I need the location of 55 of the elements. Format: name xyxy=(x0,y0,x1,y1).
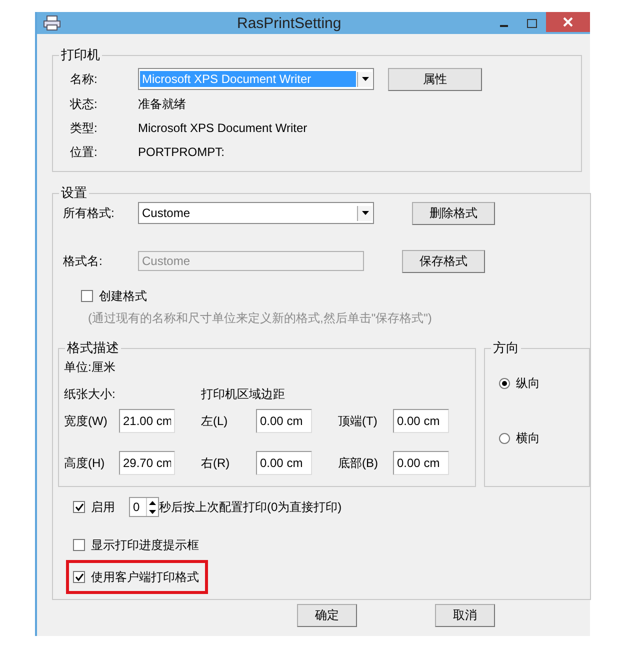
section-label: 纸张大小: xyxy=(63,386,116,403)
input-field[interactable]: 0.00 cm xyxy=(393,451,449,475)
field-label: 位置: xyxy=(69,144,98,160)
field-label: 左(L) xyxy=(201,412,229,430)
field-label: 类型: xyxy=(69,120,98,136)
field-label: 格式名: xyxy=(62,252,104,270)
spin-box[interactable]: 0 xyxy=(129,497,159,517)
field-label: 高度(H) xyxy=(64,454,106,472)
dropdown-arrow-icon xyxy=(362,77,368,81)
input-field[interactable]: 0.00 cm xyxy=(256,409,312,433)
group-title: 设置 xyxy=(60,186,88,200)
up-arrow-icon xyxy=(149,500,156,504)
field-label: 名称: xyxy=(69,70,98,88)
radio-label: 纵向 xyxy=(516,375,540,392)
checkbox-label: 显示打印进度提示框 xyxy=(91,536,199,554)
checkbox[interactable] xyxy=(73,571,85,583)
option-text: 秒后按上次配置打印(0为直接打印) xyxy=(159,498,342,516)
close-icon xyxy=(563,17,573,27)
field-label: 状态: xyxy=(69,96,98,112)
close-button[interactable] xyxy=(546,12,590,32)
properties-button[interactable]: 属性 xyxy=(388,68,482,90)
radio-button[interactable] xyxy=(499,378,510,389)
hint-text: (通过现有的名称和尺寸单位来定义新的格式,然后单击"保存格式") xyxy=(88,310,433,327)
dialog-button[interactable]: 确定 xyxy=(297,604,357,627)
format-dropdown[interactable]: Custome xyxy=(138,202,374,224)
field-label: 宽度(W) xyxy=(64,412,108,430)
field-value: 准备就绪 xyxy=(138,96,186,112)
down-arrow-icon xyxy=(149,510,156,514)
checkbox[interactable] xyxy=(81,290,93,302)
field-value: PORTPROMPT: xyxy=(138,145,224,159)
window-title: RasPrintSetting xyxy=(237,14,342,32)
checkbox-label: 使用客户端打印格式 xyxy=(91,568,199,586)
printer-icon xyxy=(43,15,61,31)
field-value: Microsoft XPS Document Writer xyxy=(138,121,308,135)
save-format-button[interactable]: 保存格式 xyxy=(402,250,485,272)
unit-label: 单位:厘米 xyxy=(64,359,116,376)
input-field[interactable]: 0.00 cm xyxy=(393,409,449,433)
field-label: 所有格式: xyxy=(62,204,116,222)
radio-button[interactable] xyxy=(499,433,510,444)
field-label: 右(R) xyxy=(201,454,231,472)
checkbox[interactable] xyxy=(73,539,85,551)
checkbox[interactable] xyxy=(73,501,85,513)
checkbox-label: 启用 xyxy=(91,498,115,516)
field-label: 顶端(T) xyxy=(338,412,378,430)
group-title: 格式描述 xyxy=(66,341,120,355)
checkbox-label: 创建格式 xyxy=(99,288,147,304)
field-label: 底部(B) xyxy=(338,454,379,472)
group-title: 打印机 xyxy=(60,48,101,62)
section-label: 打印机区域边距 xyxy=(201,386,285,403)
dropdown-arrow-icon xyxy=(362,211,368,215)
dialog-button[interactable]: 取消 xyxy=(435,604,495,627)
delete-format-button[interactable]: 删除格式 xyxy=(412,202,495,224)
radio-label: 横向 xyxy=(516,430,540,447)
input-field[interactable]: 0.00 cm xyxy=(256,451,312,475)
group-title: 方向 xyxy=(492,341,520,355)
